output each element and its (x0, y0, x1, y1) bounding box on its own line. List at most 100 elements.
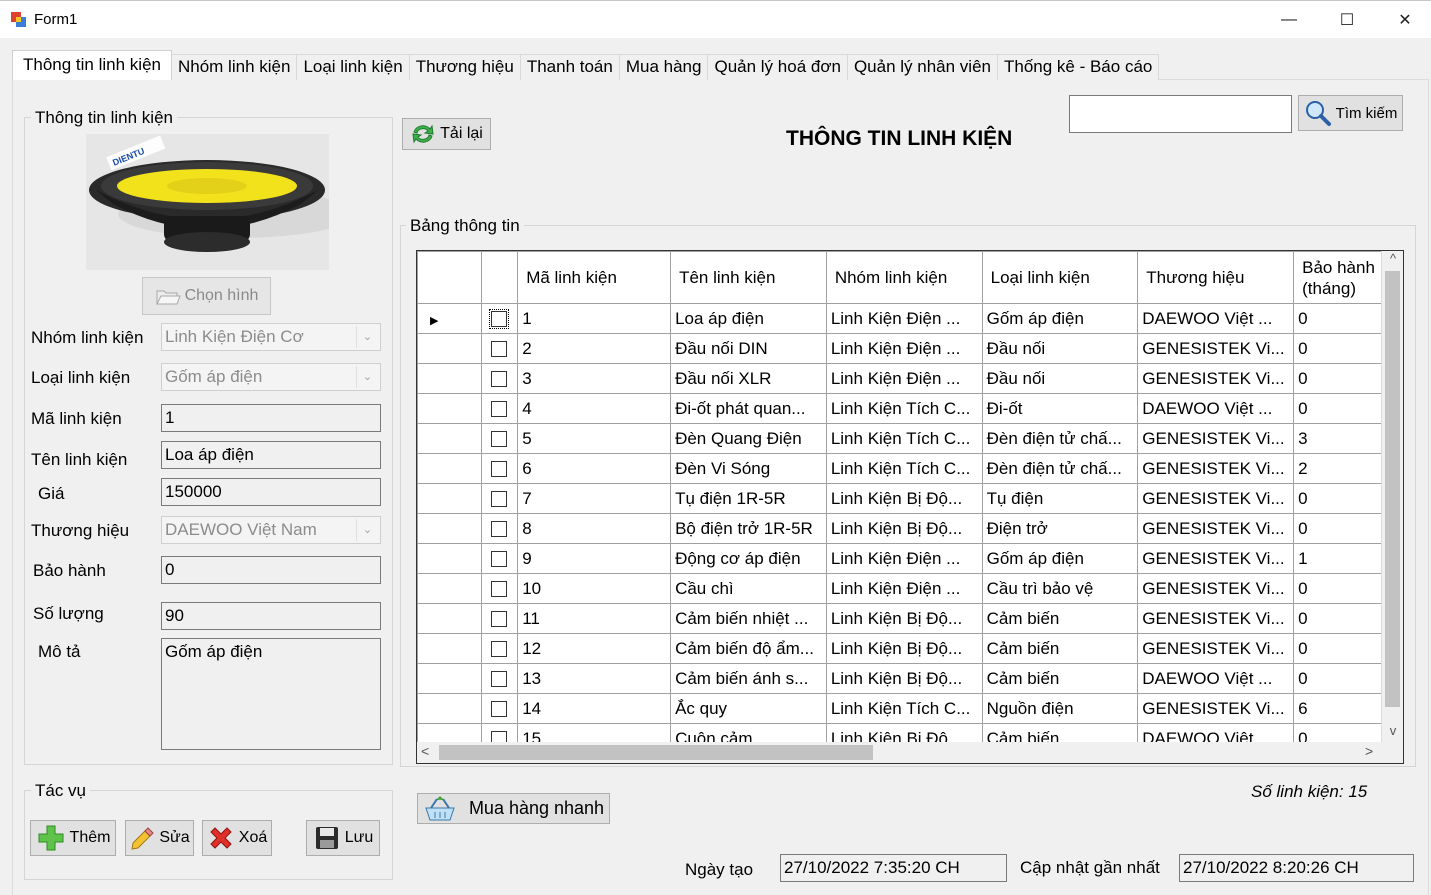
cell-group[interactable]: Linh Kiện Bị Độ... (825, 633, 983, 664)
choose-image-button[interactable]: Chọn hình (142, 277, 271, 315)
row-header[interactable] (417, 693, 482, 724)
warranty-field[interactable]: 0 (161, 556, 381, 584)
cell-name[interactable]: Đầu nối XLR (670, 363, 827, 394)
row-checkbox[interactable] (489, 309, 510, 330)
horizontal-scrollbar[interactable]: < > (417, 742, 1381, 763)
table-row[interactable]: 8 Bộ điện trở 1R-5R Linh Kiện Bị Độ... Điện… (417, 513, 1403, 544)
cell-code[interactable]: 2 (517, 333, 672, 364)
horizontal-scroll-thumb[interactable] (439, 745, 873, 760)
cell-name[interactable]: Đèn Quang Điện (670, 423, 827, 454)
cell-type[interactable]: Cảm biến (981, 663, 1139, 694)
row-header[interactable] (417, 633, 482, 664)
tab-brand[interactable]: Thương hiệu (408, 54, 521, 80)
tab-statistics-report[interactable]: Thống kê - Báo cáo (996, 54, 1160, 80)
row-checkbox[interactable] (491, 401, 508, 418)
minimize-button[interactable]: — (1260, 1, 1318, 39)
cell-type[interactable]: Cảm biến (981, 633, 1139, 664)
vertical-scrollbar[interactable]: ^ v (1381, 251, 1403, 743)
row-checkbox[interactable] (491, 611, 508, 628)
cell-code[interactable]: 4 (517, 393, 672, 424)
type-select[interactable]: Gốm áp điện ⌄ (161, 363, 381, 391)
cell-name[interactable]: Đèn Vi Sóng (670, 453, 827, 484)
cell-code[interactable]: 13 (517, 663, 672, 694)
row-checkbox[interactable] (491, 461, 508, 478)
tab-component-type[interactable]: Loại linh kiện (296, 54, 410, 80)
cell-brand[interactable]: GENESISTEK Vi... (1137, 573, 1295, 604)
table-row[interactable]: 5 Đèn Quang Điện Linh Kiện Tích C... Đèn đi… (417, 423, 1403, 454)
brand-select[interactable]: DAEWOO Việt Nam ⌄ (161, 516, 381, 544)
scroll-left-icon[interactable]: < (421, 743, 437, 761)
cell-type[interactable]: Đi-ốt (981, 393, 1139, 424)
cell-group[interactable]: Linh Kiện Tích C... (825, 453, 983, 484)
cell-brand[interactable]: GENESISTEK Vi... (1137, 423, 1295, 454)
cell-type[interactable]: Nguồn điện (981, 693, 1139, 724)
column-header-type[interactable]: Loại linh kiện (981, 251, 1139, 304)
cell-brand[interactable]: GENESISTEK Vi... (1137, 483, 1295, 514)
cell-type[interactable]: Đầu nối (981, 363, 1139, 394)
table-row[interactable]: 2 Đầu nối DIN Linh Kiện Điện ... Đầu nối GEN… (417, 333, 1403, 364)
table-row[interactable]: 11 Cảm biến nhiệt ... Linh Kiện Bị Độ... Cả… (417, 603, 1403, 634)
chevron-down-icon[interactable]: ⌄ (356, 366, 378, 388)
cell-name[interactable]: Cầu chì (670, 573, 827, 604)
quantity-field[interactable]: 90 (161, 602, 381, 630)
table-row[interactable]: 12 Cảm biến độ ẩm... Linh Kiện Bị Độ... Cảm… (417, 633, 1403, 664)
cell-group[interactable]: Linh Kiện Điện ... (825, 543, 983, 574)
row-checkbox[interactable] (491, 371, 508, 388)
cell-group[interactable]: Linh Kiện Điện ... (825, 573, 983, 604)
cell-name[interactable]: Loa áp điện (670, 303, 827, 334)
column-header-code[interactable]: Mã linh kiện (517, 251, 672, 304)
cell-name[interactable]: Tụ điện 1R-5R (670, 483, 827, 514)
row-header[interactable] (417, 363, 482, 394)
search-input[interactable] (1069, 95, 1292, 133)
tab-invoice-management[interactable]: Quản lý hoá đơn (707, 54, 848, 80)
row-checkbox[interactable] (491, 701, 508, 718)
close-button[interactable]: ✕ (1376, 1, 1431, 39)
cell-brand[interactable]: GENESISTEK Vi... (1137, 693, 1295, 724)
save-button[interactable]: Lưu (306, 820, 380, 856)
cell-name[interactable]: Đi-ốt phát quan... (670, 393, 827, 424)
cell-group[interactable]: Linh Kiện Bị Độ... (825, 483, 983, 514)
row-checkbox[interactable] (491, 671, 508, 688)
table-row[interactable]: 10 Cầu chì Linh Kiện Điện ... Cầu trì bảo v… (417, 573, 1403, 604)
cell-brand[interactable]: GENESISTEK Vi... (1137, 633, 1295, 664)
price-field[interactable]: 150000 (161, 478, 381, 506)
cell-name[interactable]: Động cơ áp điện (670, 543, 827, 574)
cell-type[interactable]: Đầu nối (981, 333, 1139, 364)
table-row[interactable]: 14 Ắc quy Linh Kiện Tích C... Nguồn điện GEN… (417, 693, 1403, 724)
row-checkbox[interactable] (491, 551, 508, 568)
row-header[interactable] (417, 603, 482, 634)
components-grid[interactable]: Mã linh kiện Tên linh kiện Nhóm linh kiệ… (416, 250, 1404, 764)
cell-type[interactable]: Điện trở (981, 513, 1139, 544)
chevron-down-icon[interactable]: ⌄ (356, 326, 378, 348)
row-header[interactable] (417, 453, 482, 484)
tab-staff-management[interactable]: Quản lý nhân viên (846, 54, 998, 80)
tab-component-group[interactable]: Nhóm linh kiện (170, 54, 298, 80)
cell-code[interactable]: 5 (517, 423, 672, 454)
add-button[interactable]: Thêm (30, 820, 116, 856)
cell-brand[interactable]: GENESISTEK Vi... (1137, 333, 1295, 364)
maximize-button[interactable]: ☐ (1318, 1, 1376, 39)
cell-code[interactable]: 10 (517, 573, 672, 604)
table-row[interactable]: 3 Đầu nối XLR Linh Kiện Điện ... Đầu nối GEN… (417, 363, 1403, 394)
cell-group[interactable]: Linh Kiện Điện ... (825, 303, 983, 334)
row-checkbox[interactable] (491, 341, 508, 358)
updated-field[interactable]: 27/10/2022 8:20:26 CH (1179, 854, 1414, 882)
scroll-right-icon[interactable]: > (1365, 743, 1381, 761)
cell-group[interactable]: Linh Kiện Bị Độ... (825, 663, 983, 694)
cell-code[interactable]: 7 (517, 483, 672, 514)
cell-group[interactable]: Linh Kiện Tích C... (825, 423, 983, 454)
row-header[interactable] (417, 483, 482, 514)
cell-brand[interactable]: DAEWOO Việt ... (1137, 303, 1295, 334)
row-header[interactable] (417, 333, 482, 364)
row-checkbox[interactable] (491, 641, 508, 658)
edit-button[interactable]: Sửa (125, 820, 194, 856)
cell-type[interactable]: Tụ điện (981, 483, 1139, 514)
cell-group[interactable]: Linh Kiện Tích C... (825, 693, 983, 724)
cell-group[interactable]: Linh Kiện Bị Độ... (825, 603, 983, 634)
delete-button[interactable]: Xoá (202, 820, 272, 856)
cell-brand[interactable]: DAEWOO Việt ... (1137, 663, 1295, 694)
cell-type[interactable]: Đèn điện tử chấ... (981, 453, 1139, 484)
cell-code[interactable]: 9 (517, 543, 672, 574)
tab-payment[interactable]: Thanh toán (519, 54, 620, 80)
table-row[interactable]: 6 Đèn Vi Sóng Linh Kiện Tích C... Đèn điện … (417, 453, 1403, 484)
